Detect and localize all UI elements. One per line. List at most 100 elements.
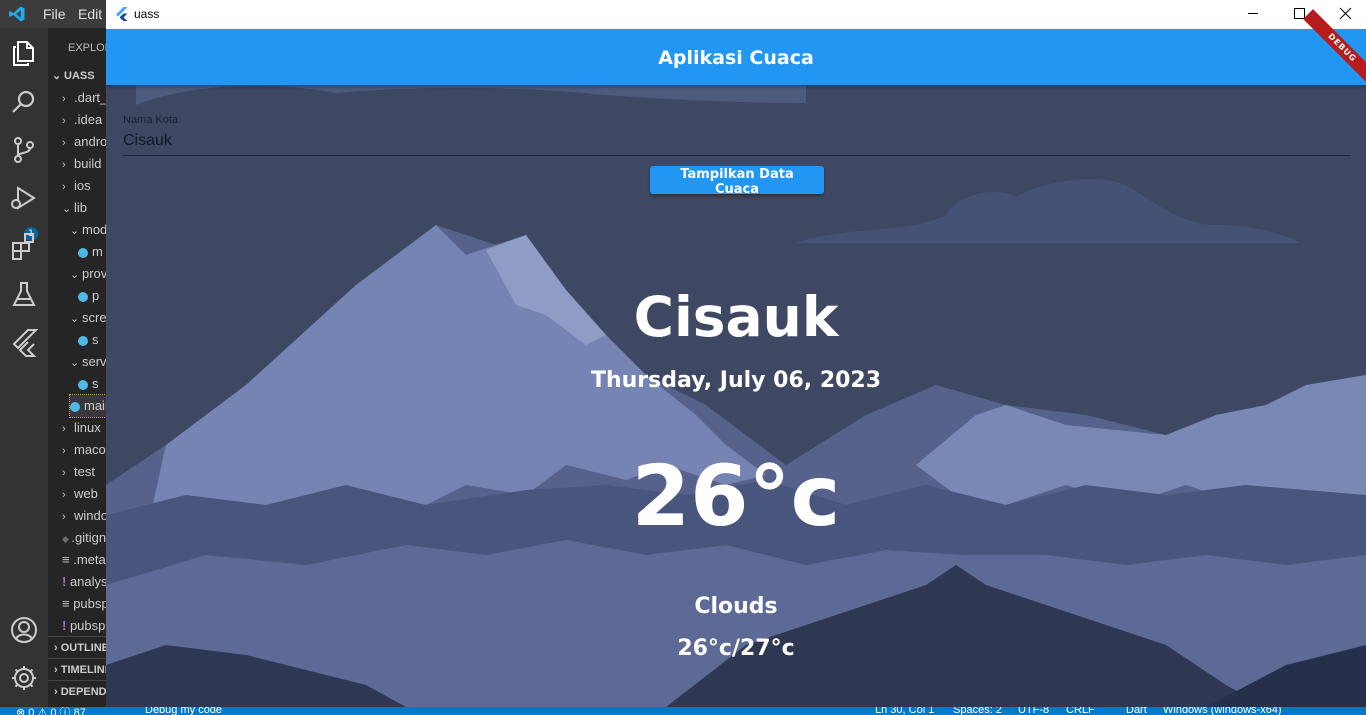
flutter-app-window: uass Aplikasi Cuaca DEBUG Nama Kota Tamp… [106,0,1366,707]
dart-file-icon [78,247,88,258]
status-bar: ⊗ 0 ⚠ 0 ⓘ 87 Debug my code Ln 30, Col 1 … [0,707,1366,715]
explorer-tree-label: m [92,244,103,259]
window-title: uass [134,7,160,21]
explorer-tree-item[interactable]: ◆ .gitignore [62,527,106,549]
explorer-tree-item[interactable]: ≡ .metadata [62,549,106,571]
explorer-tree-label: pubspec.yaml [69,618,106,633]
explorer-tree-item[interactable]: ⌄models [70,219,106,241]
explorer-tree-item[interactable]: › .dart_tool [62,87,106,109]
minimize-icon[interactable] [1230,0,1276,29]
city-input[interactable] [123,127,1351,156]
window-titlebar: uass [106,0,1366,29]
explorer-tree-label: s [92,376,99,391]
eol-status[interactable]: CRLF [1066,707,1095,715]
git-file-icon: ◆ [62,534,72,544]
flutter-logo-icon [116,7,128,21]
explorer-tree-item[interactable]: ⌄services [70,351,106,373]
menu-file[interactable]: File [43,6,66,22]
explorer-tree-item[interactable]: main.dart [69,394,106,418]
chevron-right-icon: › [62,445,66,457]
extensions-icon[interactable] [8,230,40,262]
explorer-icon[interactable] [8,38,40,70]
chevron-down-icon: ⌄ [70,313,80,325]
explorer-tree-item[interactable]: › web [62,483,106,505]
flutter-icon[interactable] [8,326,40,358]
dart-file-icon [78,379,88,390]
yaml-file-icon: ! [62,574,70,589]
explorer-tree-label: linux [74,420,101,435]
explorer-tree-item[interactable]: ⌄providers [70,263,106,285]
explorer-tree-item[interactable]: ≡ pubspec.lock [62,593,106,615]
city-field-label: Nama Kota [123,114,179,126]
weather-temperature: 26°c [631,447,841,545]
explorer-tree-item[interactable]: ⌄screens [70,307,106,329]
explorer-tree-item[interactable]: ⌄ lib [62,197,106,219]
activity-bar: 1 [0,28,48,707]
explorer-tree-item[interactable]: s [78,329,106,351]
explorer-tree-item[interactable]: › ios [62,175,106,197]
timeline-panel[interactable]: › TIMELINE [48,658,106,681]
app-bar: Aplikasi Cuaca DEBUG [106,9,1366,87]
explorer-tree-item[interactable]: s [78,373,106,395]
explorer-tree-label: pubspec.lock [73,596,106,611]
explorer-tree-label: .dart_tool [74,90,106,105]
explorer-tree-item[interactable]: › windows [62,505,106,527]
explorer-sidebar: EXPLORER ⌄UASS › .dart_tool › .idea › android… [48,28,106,707]
chevron-down-icon: ⌄ [70,269,80,281]
search-icon[interactable] [8,86,40,118]
chevron-down-icon: ⌄ [52,70,62,82]
run-debug-icon[interactable] [8,182,40,214]
workspace-root[interactable]: ⌄ UASS [52,65,95,87]
yaml-file-icon: ! [62,618,70,633]
encoding-status[interactable]: UTF-8 [1018,707,1049,715]
account-icon[interactable] [8,614,40,646]
menu-edit[interactable]: Edit [78,6,102,22]
source-control-icon[interactable] [8,134,40,166]
device-status[interactable]: Windows (windows-x64) [1163,707,1282,715]
outline-panel[interactable]: › OUTLINE [48,636,106,659]
explorer-tree-item[interactable]: › macos [62,439,106,461]
explorer-tree-label: p [92,288,100,303]
testing-flask-icon[interactable] [8,278,40,310]
show-weather-button[interactable]: Tampilkan Data Cuaca [650,166,824,197]
chevron-right-icon: › [62,93,66,105]
text-file-icon: ≡ [62,552,74,567]
explorer-tree-label: windows [74,508,106,523]
problems-status[interactable]: ⊗ 0 ⚠ 0 ⓘ 87 [16,707,86,715]
weather-content: Nama Kota Tampilkan Data Cuaca Cisauk Th… [106,85,1366,707]
explorer-tree-label: ios [74,178,91,193]
chevron-right-icon: › [62,511,66,523]
explorer-tree-label: main.dart [84,398,106,413]
explorer-tree-item[interactable]: › .idea [62,109,106,131]
explorer-tree-label: screens [82,310,106,325]
dependencies-panel[interactable]: › DEPENDENCIES [48,680,106,703]
explorer-tree-item[interactable]: p [78,285,106,307]
explorer-tree-item[interactable]: ! analysis_options.yaml [62,571,106,593]
explorer-tree-label: lib [74,200,88,215]
explorer-tree-label: .metadata [73,552,106,567]
settings-gear-icon[interactable] [8,662,40,694]
weather-temp-range: 26°c/27°c [677,636,795,661]
explorer-tree-item[interactable]: › android [62,131,106,153]
chevron-down-icon: ⌄ [70,225,80,237]
explorer-tree-item[interactable]: › linux [62,417,106,439]
explorer-tree-label: macos [74,442,106,457]
explorer-tree-item[interactable]: ! pubspec.yaml [62,615,106,637]
explorer-tree-label: .idea [74,112,103,127]
language-status[interactable]: Dart [1126,707,1147,715]
explorer-tree-item[interactable]: › test [62,461,106,483]
explorer-tree-item[interactable]: m [78,241,106,263]
chevron-right-icon: › [62,467,66,479]
debug-status[interactable]: Debug my code [145,707,222,715]
explorer-tree-label: android [74,134,106,149]
vscode-titlebar: File Edit [0,0,106,28]
explorer-tree-item[interactable]: › build [62,153,106,175]
explorer-title: EXPLORER [68,42,106,54]
explorer-tree-label: test [74,464,95,479]
chevron-down-icon: ⌄ [70,357,80,369]
explorer-tree-label: .gitignore [71,530,106,545]
explorer-tree-label: build [74,156,102,171]
cursor-position[interactable]: Ln 30, Col 1 [875,707,934,715]
indentation-status[interactable]: Spaces: 2 [953,707,1002,715]
chevron-right-icon: › [62,115,66,127]
